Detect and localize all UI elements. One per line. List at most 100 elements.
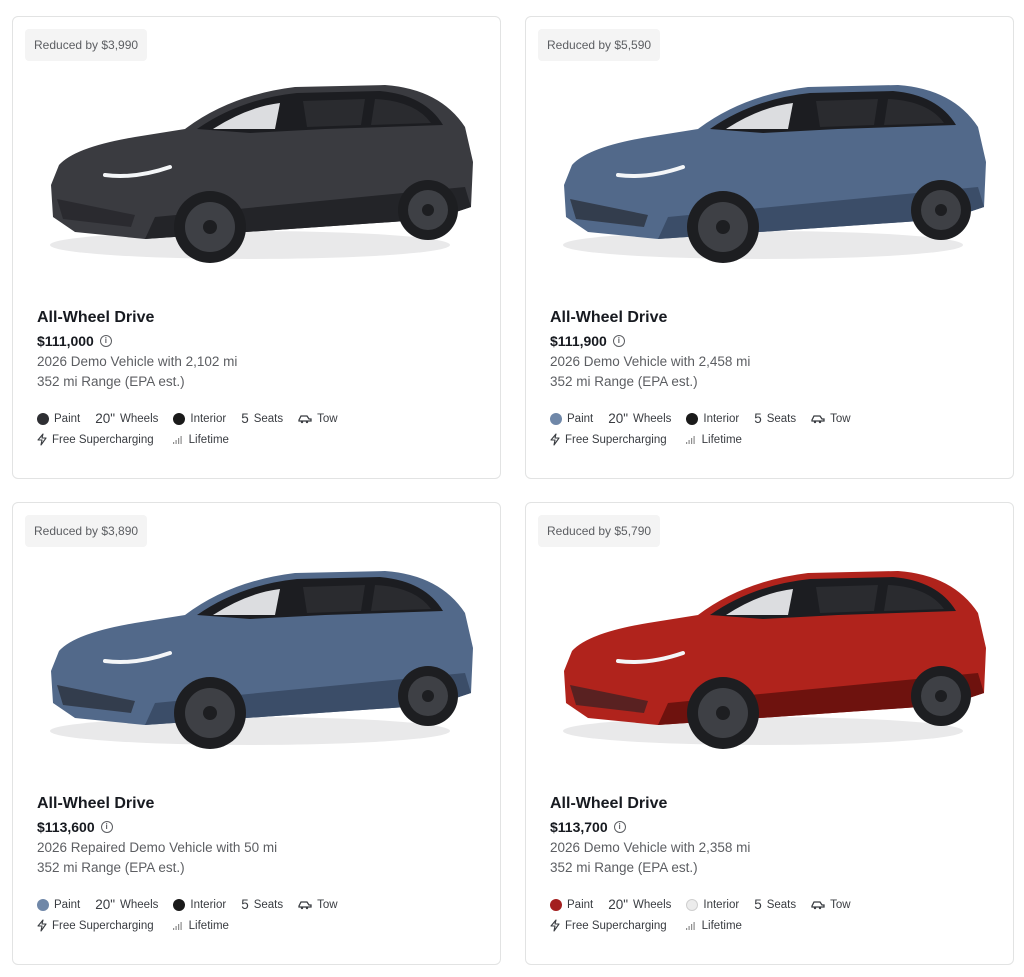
interior-feature: Interior [173,412,227,425]
inventory-card[interactable]: Reduced by $3,990 All-Wheel Drive $111,0… [12,16,501,479]
signal-bars-icon [685,434,697,445]
wheels-label: Wheels [120,898,159,911]
seats-count: 5 [754,897,762,912]
supercharging-feature: Free Supercharging [550,919,667,932]
lightning-bolt-icon [550,919,560,932]
vehicle-price: $111,900 [550,333,607,349]
paint-swatch-icon [37,898,49,911]
feature-row-secondary: Free Supercharging Lifetime [37,433,229,446]
inventory-card[interactable]: Reduced by $5,790 All-Wheel Drive $113,7… [525,502,1014,965]
supercharging-feature: Free Supercharging [37,919,154,932]
seats-count: 5 [754,411,762,426]
seats-label: Seats [253,412,284,425]
wheels-label: Wheels [633,412,672,425]
interior-swatch-icon [173,412,186,425]
inventory-card[interactable]: Reduced by $3,890 All-Wheel Drive $113,6… [12,502,501,965]
trim-title: All-Wheel Drive [550,795,668,812]
seats-label: Seats [253,898,284,911]
signal-bars-icon [685,920,697,931]
vehicle-description: 2026 Demo Vehicle with 2,358 mi [550,840,751,855]
price-reduction-badge: Reduced by $5,590 [538,29,661,61]
info-icon[interactable]: i [100,821,113,833]
price-row: $113,600 i [37,819,113,835]
paint-feature: Paint [37,898,81,911]
wheels-feature: 20" Wheels [608,411,671,426]
interior-label: Interior [190,898,227,911]
lightning-bolt-icon [37,919,47,932]
paint-swatch-icon [550,898,562,911]
wheels-feature: 20" Wheels [608,897,671,912]
price-reduction-badge: Reduced by $3,890 [25,515,148,547]
supercharging-label: Free Supercharging [52,919,154,932]
interior-swatch-icon [173,898,186,911]
seats-label: Seats [766,412,797,425]
vehicle-price: $111,000 [37,333,94,349]
info-icon[interactable]: i [99,335,112,347]
interior-feature: Interior [686,898,740,911]
lightning-bolt-icon [37,433,47,446]
wheels-feature: 20" Wheels [95,897,158,912]
interior-label: Interior [703,898,740,911]
wheels-label: Wheels [633,898,672,911]
wheels-size: 20" [608,897,629,912]
signal-bars-icon [172,920,184,931]
paint-swatch-icon [550,412,562,425]
feature-row: Paint 20" Wheels Interior 5 Seats Tow [37,411,338,426]
trim-title: All-Wheel Drive [37,795,155,812]
lifetime-feature: Lifetime [172,920,229,932]
paint-label: Paint [567,898,594,911]
tow-hitch-icon [298,413,312,424]
interior-label: Interior [703,412,740,425]
paint-swatch-icon [37,412,49,425]
price-row: $113,700 i [550,819,626,835]
lifetime-feature: Lifetime [685,920,742,932]
inventory-card[interactable]: Reduced by $5,590 All-Wheel Drive $111,9… [525,16,1014,479]
paint-feature: Paint [37,412,80,425]
wheels-feature: 20" Wheels [95,411,158,426]
supercharging-feature: Free Supercharging [37,433,154,446]
supercharging-label: Free Supercharging [52,433,154,446]
lifetime-label: Lifetime [701,433,742,446]
vehicle-image [50,571,473,749]
tow-label: Tow [317,898,338,911]
paint-label: Paint [54,898,81,911]
vehicle-range: 352 mi Range (EPA est.) [550,374,698,389]
tow-hitch-icon [811,413,825,424]
wheels-size: 20" [95,411,116,426]
interior-swatch-icon [686,898,699,911]
supercharging-label: Free Supercharging [565,919,667,932]
tow-feature: Tow [298,412,338,425]
info-icon[interactable]: i [612,335,625,347]
tow-hitch-icon [811,899,825,910]
price-reduction-badge: Reduced by $3,990 [25,29,148,61]
tow-label: Tow [317,412,338,425]
tow-label: Tow [830,412,851,425]
vehicle-description: 2026 Demo Vehicle with 2,102 mi [37,354,238,369]
feature-row-secondary: Free Supercharging Lifetime [550,919,742,932]
vehicle-description: 2026 Repaired Demo Vehicle with 50 mi [37,840,278,855]
interior-feature: Interior [686,412,740,425]
interior-swatch-icon [686,412,699,425]
interior-feature: Interior [173,898,227,911]
feature-row-secondary: Free Supercharging Lifetime [37,919,229,932]
trim-title: All-Wheel Drive [37,309,155,326]
seats-label: Seats [766,898,797,911]
seats-count: 5 [241,411,249,426]
vehicle-image [563,571,986,749]
feature-row: Paint 20" Wheels Interior 5 Seats Tow [550,897,851,912]
vehicle-description: 2026 Demo Vehicle with 2,458 mi [550,354,751,369]
seats-feature: 5 Seats [754,897,796,912]
feature-row: Paint 20" Wheels Interior 5 Seats Tow [37,897,338,912]
vehicle-price: $113,700 [550,819,608,835]
signal-bars-icon [172,434,184,445]
lightning-bolt-icon [550,433,560,446]
vehicle-range: 352 mi Range (EPA est.) [550,860,698,875]
vehicle-price: $113,600 [37,819,95,835]
price-row: $111,900 i [550,333,625,349]
lifetime-label: Lifetime [188,433,229,446]
info-icon[interactable]: i [613,821,626,833]
seats-feature: 5 Seats [241,411,283,426]
feature-row: Paint 20" Wheels Interior 5 Seats Tow [550,411,851,426]
lifetime-label: Lifetime [701,919,742,932]
interior-label: Interior [190,412,227,425]
